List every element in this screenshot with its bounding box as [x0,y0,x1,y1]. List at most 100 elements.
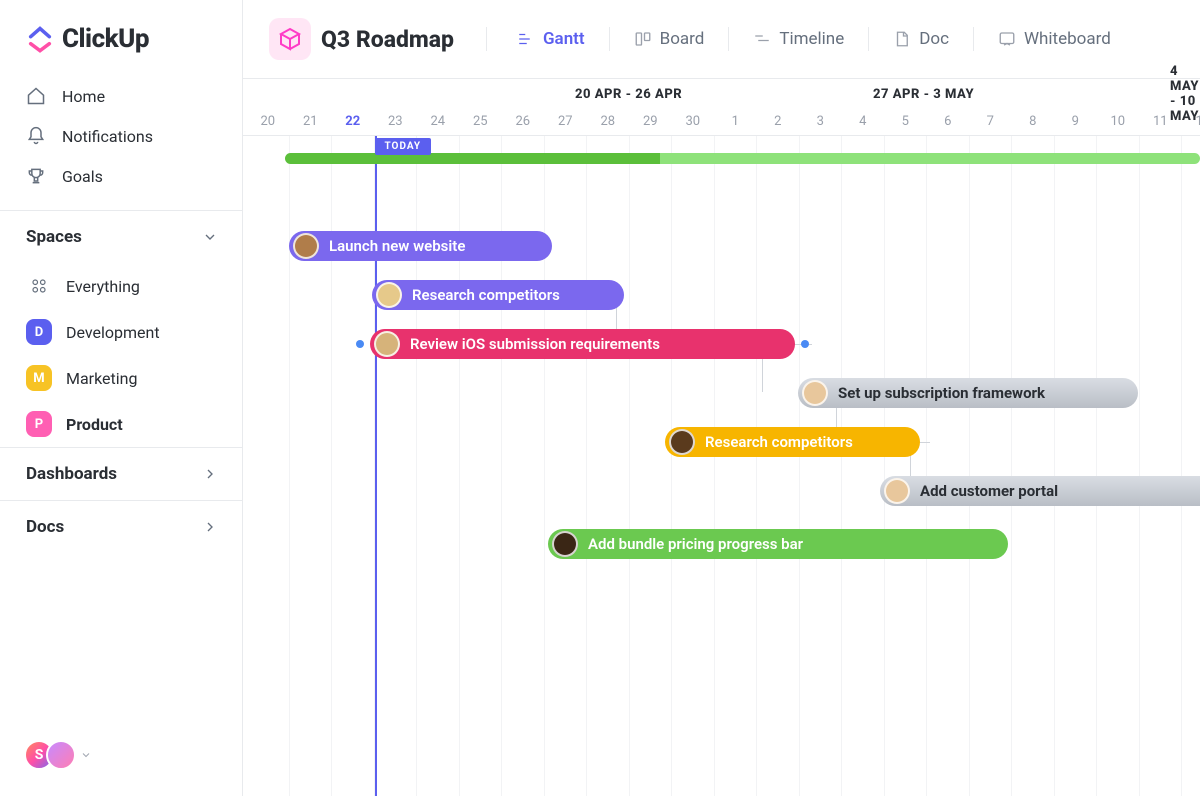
nav-notifications[interactable]: Notifications [0,116,242,156]
space-label: Marketing [66,369,137,388]
chevron-right-icon [202,519,218,535]
task-label: Launch new website [329,237,465,255]
day-cell[interactable]: 30 [672,109,715,135]
day-cell[interactable]: 7 [970,109,1013,135]
day-cell[interactable]: 9 [1055,109,1098,135]
day-cell[interactable]: 10 [1097,109,1140,135]
task-label: Set up subscription framework [838,384,1045,402]
grid-column [842,136,885,796]
grid-column [247,136,290,796]
day-row: 2021222324252627282930123456789101112 [243,109,1200,135]
day-cell[interactable]: 1 [715,109,758,135]
day-cell[interactable]: 6 [927,109,970,135]
milestone-dot[interactable] [356,340,364,348]
space-item-development[interactable]: D Development [0,309,242,355]
view-board[interactable]: Board [620,21,719,57]
spaces-list: D Development M Marketing P Product [0,309,242,447]
day-cell[interactable]: 21 [290,109,333,135]
grid-column [1140,136,1183,796]
nav-primary: Home Notifications Goals [0,72,242,210]
task-bar[interactable]: Add customer portal [880,476,1200,506]
day-cell[interactable]: 29 [630,109,673,135]
gantt-chart[interactable]: TODAY Launch new websiteResearch competi… [243,136,1200,796]
day-cell[interactable]: 5 [885,109,928,135]
clickup-logo-icon [26,25,54,53]
gantt-icon [517,30,535,48]
milestone-dot[interactable] [801,340,809,348]
grid-column [672,136,715,796]
grid-column [1055,136,1098,796]
day-cell[interactable]: 26 [502,109,545,135]
views: Gantt Board Timeline Doc [503,21,1125,57]
task-label: Add customer portal [920,482,1058,500]
view-doc-label: Doc [919,29,949,49]
day-cell[interactable]: 27 [545,109,588,135]
assignee-avatar [669,429,695,455]
grid-column [545,136,588,796]
nav-goals-label: Goals [62,167,103,186]
docs-header-label: Docs [26,517,64,537]
dashboards-header[interactable]: Dashboards [0,447,242,500]
task-label: Add bundle pricing progress bar [588,535,803,553]
topbar: Q3 Roadmap Gantt Board Timeline [243,0,1200,78]
space-everything[interactable]: Everything [0,263,242,309]
view-whiteboard[interactable]: Whiteboard [984,21,1125,57]
space-label: Product [66,415,123,434]
day-cell[interactable]: 25 [460,109,503,135]
separator [868,27,869,51]
separator [973,27,974,51]
grid-column [1012,136,1055,796]
spaces-header[interactable]: Spaces [0,210,242,263]
week-label: 4 MAY - 10 MAY [1170,64,1200,124]
view-timeline[interactable]: Timeline [739,21,858,57]
task-bar[interactable]: Review iOS submission requirements [370,329,795,359]
grid-column [970,136,1013,796]
day-cell[interactable]: 4 [842,109,885,135]
board-icon [634,30,652,48]
day-cell[interactable]: 8 [1012,109,1055,135]
nav-home[interactable]: Home [0,76,242,116]
task-label: Research competitors [705,433,853,451]
space-label: Development [66,323,160,342]
assignee-avatar [802,380,828,406]
everything-icon [26,273,52,299]
day-cell[interactable]: 3 [800,109,843,135]
grid-column [757,136,800,796]
view-gantt[interactable]: Gantt [503,21,599,57]
brand-name: ClickUp [62,24,149,54]
grid-column [800,136,843,796]
space-item-marketing[interactable]: M Marketing [0,355,242,401]
docs-header[interactable]: Docs [0,500,242,553]
whiteboard-icon [998,30,1016,48]
space-everything-label: Everything [66,277,140,296]
grid-column [1097,136,1140,796]
space-icon: D [26,319,52,345]
nav-notifications-label: Notifications [62,127,153,146]
task-bar[interactable]: Launch new website [289,231,552,261]
dashboards-header-label: Dashboards [26,464,117,484]
day-cell[interactable]: 22 [332,109,375,135]
task-bar[interactable]: Research competitors [665,427,920,457]
day-cell[interactable]: 2 [757,109,800,135]
grid-column [630,136,673,796]
user-menu[interactable]: S [0,724,242,796]
view-doc[interactable]: Doc [879,21,963,57]
space-icon: M [26,365,52,391]
logo[interactable]: ClickUp [0,0,242,72]
task-bar[interactable]: Set up subscription framework [798,378,1138,408]
day-cell[interactable]: 23 [375,109,418,135]
nav-goals[interactable]: Goals [0,156,242,196]
task-bar[interactable]: Research competitors [372,280,624,310]
page-icon[interactable] [269,18,311,60]
task-bar[interactable]: Add bundle pricing progress bar [548,529,1008,559]
day-cell[interactable]: 24 [417,109,460,135]
space-item-product[interactable]: P Product [0,401,242,447]
space-icon: P [26,411,52,437]
day-cell[interactable]: 28 [587,109,630,135]
chevron-down-icon [80,749,92,761]
page-title: Q3 Roadmap [321,26,454,53]
timeline-header: 20 APR - 26 APR27 APR - 3 MAY4 MAY - 10 … [243,78,1200,136]
day-cell[interactable]: 20 [247,109,290,135]
main: Q3 Roadmap Gantt Board Timeline [243,0,1200,796]
timeline-icon [753,30,771,48]
